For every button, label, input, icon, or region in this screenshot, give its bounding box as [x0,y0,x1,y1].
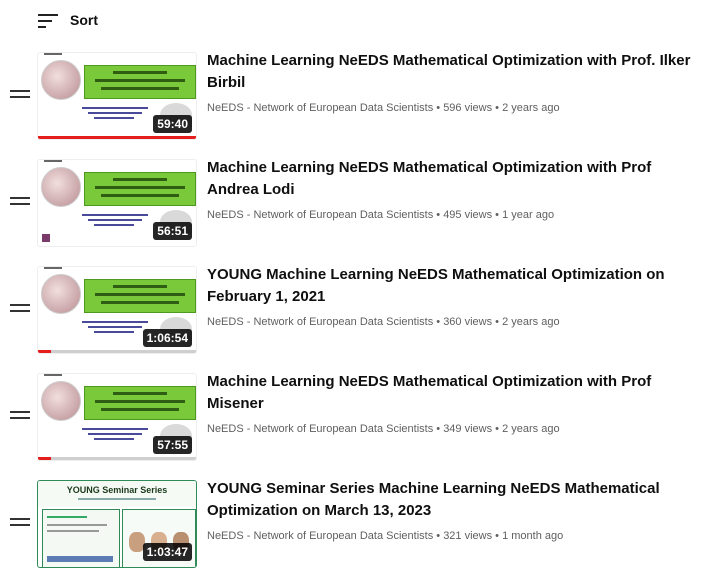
watch-progress-bar [38,350,196,353]
channel-name[interactable]: NeEDS - Network of European Data Scienti… [207,102,433,114]
watch-progress-bar [38,136,196,139]
channel-name[interactable]: NeEDS - Network of European Data Scienti… [207,209,433,221]
video-metadata: NeEDS - Network of European Data Scienti… [207,209,555,221]
channel-name[interactable]: NeEDS - Network of European Data Scienti… [207,316,433,328]
view-count: 349 views [443,423,493,435]
duration-badge: 1:06:54 [142,329,192,347]
sort-icon [38,11,60,29]
video-metadata: NeEDS - Network of European Data Scienti… [207,530,564,542]
upload-age: 1 month ago [502,530,564,542]
watch-progress-bar [38,457,196,460]
view-count: 360 views [443,316,493,328]
drag-handle-icon[interactable] [10,409,30,421]
video-thumbnail[interactable]: 56:51 [37,159,197,247]
video-thumbnail[interactable]: 1:06:54 [37,266,197,354]
view-count: 596 views [443,102,493,114]
video-title[interactable]: YOUNG Machine Learning NeEDS Mathematica… [207,264,702,308]
channel-name[interactable]: NeEDS - Network of European Data Scienti… [207,530,433,542]
view-count: 495 views [443,209,493,221]
view-count: 321 views [443,530,493,542]
video-title[interactable]: Machine Learning NeEDS Mathematical Opti… [207,50,702,94]
duration-badge: 1:03:47 [142,543,192,561]
upload-age: 2 years ago [502,423,560,435]
video-title[interactable]: Machine Learning NeEDS Mathematical Opti… [207,157,702,201]
drag-handle-icon[interactable] [10,88,30,100]
playlist-row: 57:55 Machine Learning NeEDS Mathematica… [0,371,710,478]
upload-age: 2 years ago [502,102,560,114]
channel-name[interactable]: NeEDS - Network of European Data Scienti… [207,423,433,435]
drag-handle-icon[interactable] [10,302,30,314]
playlist-row: 56:51 Machine Learning NeEDS Mathematica… [0,157,710,264]
duration-badge: 57:55 [153,436,192,454]
video-metadata: NeEDS - Network of European Data Scienti… [207,102,560,114]
duration-badge: 59:40 [153,115,192,133]
sort-label: Sort [70,12,98,28]
duration-badge: 56:51 [153,222,192,240]
sort-button[interactable]: Sort [38,8,98,32]
playlist-row: 1:06:54 YOUNG Machine Learning NeEDS Mat… [0,264,710,371]
playlist-video-list: 59:40 Machine Learning NeEDS Mathematica… [0,50,710,585]
video-thumbnail[interactable]: YOUNG Seminar Series 1:03:47 [37,480,197,568]
playlist-row: YOUNG Seminar Series 1:03:47 YOUNG Semin… [0,478,710,585]
video-title[interactable]: YOUNG Seminar Series Machine Learning Ne… [207,478,702,522]
video-metadata: NeEDS - Network of European Data Scienti… [207,316,560,328]
video-metadata: NeEDS - Network of European Data Scienti… [207,423,560,435]
playlist-row: 59:40 Machine Learning NeEDS Mathematica… [0,50,710,157]
video-thumbnail[interactable]: 59:40 [37,52,197,140]
drag-handle-icon[interactable] [10,195,30,207]
video-title[interactable]: Machine Learning NeEDS Mathematical Opti… [207,371,702,415]
upload-age: 2 years ago [502,316,560,328]
drag-handle-icon[interactable] [10,516,30,528]
video-thumbnail[interactable]: 57:55 [37,373,197,461]
upload-age: 1 year ago [502,209,555,221]
thumbnail-text: YOUNG Seminar Series [66,485,168,495]
